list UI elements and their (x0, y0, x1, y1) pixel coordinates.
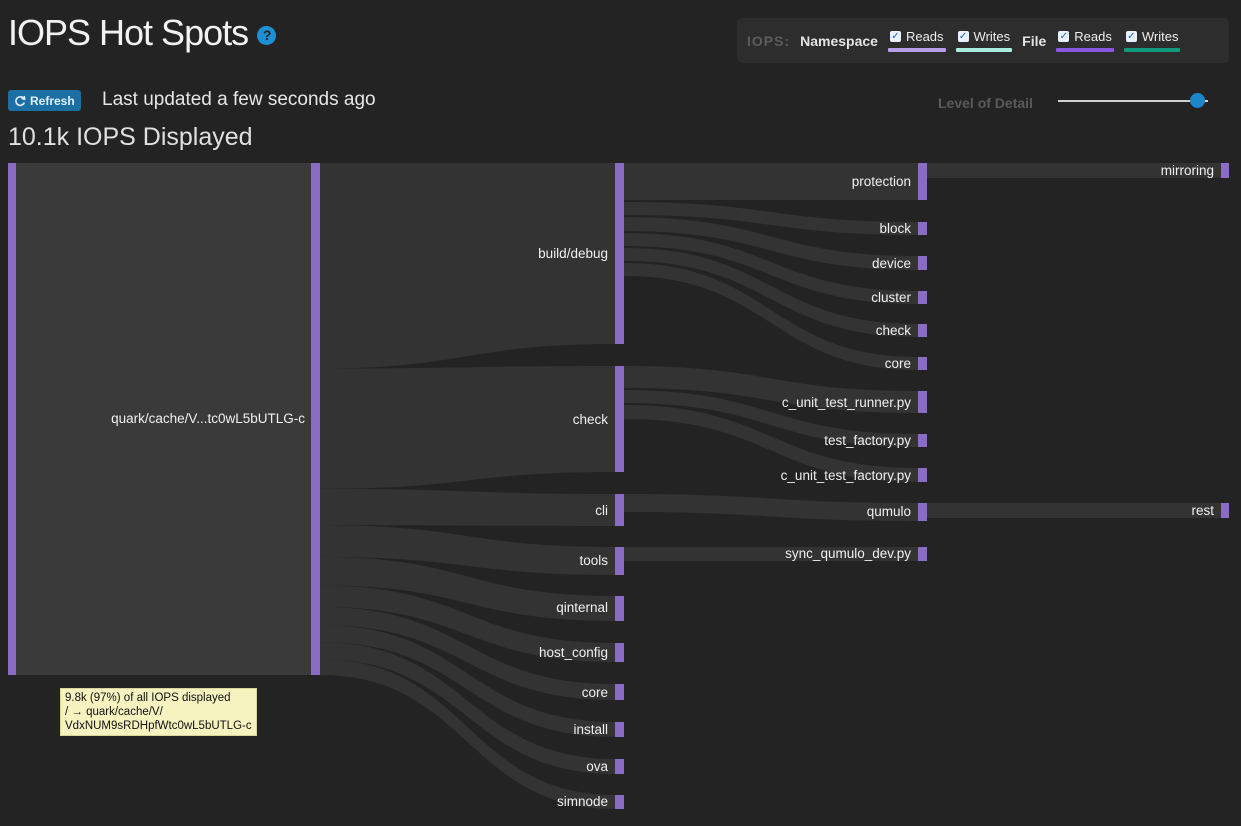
label-check: check (573, 412, 609, 427)
node-install[interactable] (615, 722, 624, 737)
node-c-unit-test-factory-py[interactable] (918, 468, 927, 482)
link-root-to-build-debug (320, 163, 615, 369)
node-qinternal[interactable] (615, 596, 624, 621)
node-block[interactable] (918, 222, 927, 235)
label-rest: rest (1191, 503, 1214, 518)
tooltip-line-1: 9.8k (97%) of all IOPS displayed (65, 692, 231, 704)
link-to-rest (927, 503, 1221, 518)
legend-namespace-label: Namespace (800, 32, 878, 49)
label-protection: protection (852, 174, 911, 189)
label-qumulo: qumulo (867, 504, 911, 519)
link-root-to-check (320, 366, 615, 489)
node-qumulo[interactable] (918, 503, 927, 521)
label-host-config: host_config (539, 645, 608, 660)
legend-iops-label: IOPS: (747, 32, 791, 49)
namespace-writes-swatch (955, 48, 1013, 52)
label-install: install (573, 722, 608, 737)
iops-displayed: 10.1k IOPS Displayed (8, 123, 253, 151)
label-tools: tools (579, 553, 608, 568)
node-device[interactable] (918, 256, 927, 270)
tooltip-line-3: VdxNUM9sRDHpfWtc0wL5bUTLG-c (65, 720, 252, 732)
label-check: check (876, 323, 912, 338)
root-node-left-bar (8, 163, 16, 675)
link-root-to-cli (320, 488, 615, 526)
label-simnode: simnode (557, 794, 608, 809)
label-device: device (872, 256, 911, 271)
tooltip-line-2: / → quark/cache/V/ (65, 706, 163, 718)
node-core[interactable] (615, 684, 624, 700)
root-node-right-bar (311, 163, 320, 675)
label-ova: ova (586, 759, 608, 774)
root-node-label: quark/cache/V...tc0wL5bUTLG-c (111, 411, 305, 426)
file-reads-label: Reads (1074, 29, 1112, 44)
page-title-text: IOPS Hot Spots (8, 12, 249, 53)
node-protection[interactable] (918, 163, 927, 200)
refresh-icon (15, 95, 26, 106)
level-of-detail-slider[interactable] (1058, 100, 1208, 102)
node-check[interactable] (615, 366, 624, 472)
node-mirroring[interactable] (1221, 163, 1229, 178)
iops-legend: IOPS: Namespace ✓ Reads ✓ Writes File ✓ Rea… (737, 18, 1229, 63)
file-writes-swatch (1123, 48, 1181, 52)
file-writes-checkbox[interactable]: ✓ Writes (1123, 29, 1181, 52)
node-rest[interactable] (1221, 503, 1229, 518)
namespace-writes-label: Writes (973, 29, 1011, 44)
namespace-reads-label: Reads (905, 29, 944, 44)
namespace-reads-checkbox[interactable]: ✓ Reads (887, 29, 946, 52)
check-icon: ✓ (1058, 31, 1070, 42)
check-icon: ✓ (1125, 31, 1137, 42)
legend-file-label: File (1022, 32, 1047, 49)
last-updated-text: Last updated a few seconds ago (102, 89, 376, 110)
node-core[interactable] (918, 357, 927, 370)
node-simnode[interactable] (615, 795, 624, 809)
help-icon[interactable]: ? (257, 25, 277, 45)
refresh-button[interactable]: Refresh (8, 90, 81, 111)
node-tools[interactable] (615, 547, 624, 575)
node-sync-qumulo-dev-py[interactable] (918, 547, 927, 561)
file-reads-swatch (1056, 48, 1114, 52)
label-qinternal: qinternal (556, 600, 608, 615)
label-mirroring: mirroring (1161, 163, 1214, 178)
namespace-reads-swatch (887, 48, 946, 52)
node-test-factory-py[interactable] (918, 434, 927, 447)
node-tooltip: 9.8k (97%) of all IOPS displayed / → qua… (60, 688, 257, 736)
label-test-factory-py: test_factory.py (824, 433, 911, 448)
node-ova[interactable] (615, 759, 624, 774)
node-check[interactable] (918, 324, 927, 337)
label-cli: cli (595, 503, 608, 518)
node-build-debug[interactable] (615, 163, 624, 344)
label-block: block (879, 221, 911, 236)
link-to-core (624, 263, 918, 370)
check-icon: ✓ (889, 31, 901, 42)
file-reads-checkbox[interactable]: ✓ Reads (1056, 29, 1114, 52)
refresh-label: Refresh (30, 93, 75, 108)
node-cluster[interactable] (918, 291, 927, 304)
label-build-debug: build/debug (538, 246, 608, 261)
tree-links (320, 163, 1221, 809)
label-c-unit-test-runner-py: c_unit_test_runner.py (782, 395, 911, 410)
level-of-detail-label: Level of Detail (938, 95, 1033, 111)
node-host-config[interactable] (615, 643, 624, 662)
label-c-unit-test-factory-py: c_unit_test_factory.py (781, 468, 912, 483)
label-sync-qumulo-dev-py: sync_qumulo_dev.py (785, 546, 911, 561)
file-writes-label: Writes (1141, 29, 1179, 44)
check-icon: ✓ (957, 31, 969, 42)
level-of-detail-handle[interactable] (1190, 93, 1205, 108)
label-cluster: cluster (871, 290, 911, 305)
node-c-unit-test-runner-py[interactable] (918, 391, 927, 413)
node-cli[interactable] (615, 494, 624, 526)
page-title: IOPS Hot Spots ? (8, 12, 277, 54)
namespace-writes-checkbox[interactable]: ✓ Writes (955, 29, 1013, 52)
label-core: core (885, 356, 911, 371)
label-core: core (582, 685, 608, 700)
